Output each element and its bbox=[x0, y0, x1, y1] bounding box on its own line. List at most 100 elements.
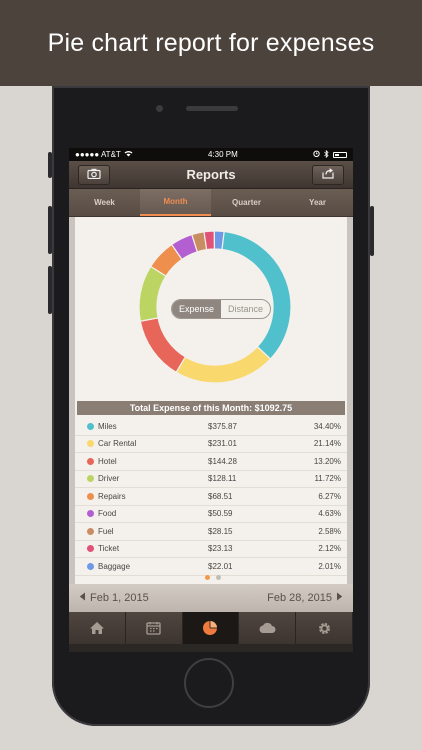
category-name: Driver bbox=[98, 474, 120, 484]
gear-icon bbox=[317, 621, 332, 636]
donut-slice-hotel bbox=[139, 317, 187, 374]
volume-down-button bbox=[48, 266, 52, 314]
list-item[interactable]: Hotel $144.28 13.20% bbox=[75, 453, 347, 471]
category-name: Miles bbox=[98, 421, 117, 431]
list-item[interactable]: Fuel $28.15 2.58% bbox=[75, 523, 347, 541]
navigation-bar: Reports bbox=[69, 161, 353, 189]
total-expense-label: Total Expense of this Month: $1092.75 bbox=[77, 401, 345, 415]
category-amount: $375.87 bbox=[208, 421, 237, 431]
category-name: Ticket bbox=[98, 544, 120, 554]
triangle-left-icon bbox=[79, 592, 86, 604]
category-amount: $50.59 bbox=[208, 509, 233, 519]
category-percent: 6.27% bbox=[318, 491, 341, 501]
list-item[interactable]: Driver $128.11 11.72% bbox=[75, 471, 347, 488]
category-percent: 21.14% bbox=[313, 439, 341, 449]
camera-icon bbox=[87, 166, 101, 184]
donut-slice-miles bbox=[221, 230, 292, 360]
category-color-dot bbox=[87, 475, 94, 483]
donut-slice-driver bbox=[138, 265, 167, 322]
power-button bbox=[370, 206, 374, 256]
triangle-right-icon bbox=[336, 592, 343, 604]
bluetooth-icon bbox=[324, 149, 329, 160]
category-color-dot bbox=[87, 545, 94, 553]
phone-frame: ●●●●● AT&T 4:30 PM Reports Week Month Qu… bbox=[48, 86, 374, 726]
home-button[interactable] bbox=[184, 658, 234, 708]
report-page: Expense Distance Total Expense of this M… bbox=[75, 217, 347, 584]
promo-banner: Pie chart report for expenses bbox=[0, 0, 422, 86]
category-name: Baggage bbox=[98, 561, 131, 571]
carrier-label: ●●●●● AT&T bbox=[75, 150, 121, 159]
category-percent: 4.63% bbox=[318, 509, 341, 519]
home-icon bbox=[89, 621, 105, 635]
category-amount: $28.15 bbox=[208, 526, 233, 536]
page-indicator bbox=[205, 575, 221, 580]
pie-chart-icon bbox=[202, 620, 218, 636]
category-percent: 2.58% bbox=[318, 526, 341, 536]
category-percent: 34.40% bbox=[313, 421, 341, 431]
tab-cloud[interactable] bbox=[239, 612, 297, 644]
date-range-bar: Feb 1, 2015 Feb 28, 2015 bbox=[69, 584, 353, 612]
mute-switch bbox=[48, 152, 52, 178]
tab-home[interactable] bbox=[69, 612, 126, 644]
tab-month[interactable]: Month bbox=[140, 189, 211, 216]
start-date: Feb 1, 2015 bbox=[90, 592, 149, 604]
cloud-icon bbox=[258, 622, 276, 634]
category-percent: 13.20% bbox=[313, 456, 341, 466]
list-item[interactable]: Car Rental $231.01 21.14% bbox=[75, 436, 347, 453]
calendar-icon bbox=[146, 621, 161, 635]
category-name: Fuel bbox=[98, 526, 114, 536]
share-icon bbox=[321, 166, 335, 184]
category-color-dot bbox=[87, 440, 94, 448]
tab-reports[interactable] bbox=[182, 612, 240, 644]
category-percent: 2.01% bbox=[318, 561, 341, 571]
list-item[interactable]: Baggage $22.01 2.01% bbox=[75, 558, 347, 576]
battery-icon bbox=[333, 151, 347, 158]
report-content[interactable]: Expense Distance Total Expense of this M… bbox=[69, 217, 353, 584]
page-dot[interactable] bbox=[216, 575, 221, 580]
category-name: Car Rental bbox=[98, 439, 137, 449]
distance-option[interactable]: Distance bbox=[221, 300, 270, 318]
period-tabs: Week Month Quarter Year bbox=[69, 189, 353, 217]
tab-week[interactable]: Week bbox=[69, 189, 140, 216]
list-item[interactable]: Repairs $68.51 6.27% bbox=[75, 488, 347, 506]
volume-up-button bbox=[48, 206, 52, 254]
category-color-dot bbox=[87, 422, 94, 430]
list-item[interactable]: Miles $375.87 34.40% bbox=[75, 418, 347, 436]
camera-button[interactable] bbox=[78, 164, 110, 185]
category-name: Food bbox=[98, 509, 117, 519]
category-color-dot bbox=[87, 510, 94, 518]
front-camera bbox=[156, 105, 163, 112]
clock: 4:30 PM bbox=[208, 150, 238, 159]
category-color-dot bbox=[87, 527, 94, 535]
category-name: Hotel bbox=[98, 456, 117, 466]
category-amount: $68.51 bbox=[208, 491, 233, 501]
category-amount: $144.28 bbox=[208, 456, 237, 466]
category-color-dot bbox=[87, 562, 94, 570]
donut-slice-car-rental bbox=[175, 345, 272, 384]
alarm-icon bbox=[313, 150, 320, 159]
category-amount: $128.11 bbox=[208, 474, 237, 484]
end-date: Feb 28, 2015 bbox=[267, 592, 332, 604]
category-name: Repairs bbox=[98, 491, 126, 501]
category-color-dot bbox=[87, 457, 94, 465]
page-dot-active[interactable] bbox=[205, 575, 210, 580]
tab-quarter[interactable]: Quarter bbox=[211, 189, 282, 216]
category-amount: $231.01 bbox=[208, 439, 237, 449]
tab-year[interactable]: Year bbox=[282, 189, 353, 216]
banner-title: Pie chart report for expenses bbox=[47, 28, 375, 57]
previous-period-button[interactable]: Feb 1, 2015 bbox=[79, 592, 149, 604]
expense-distance-toggle[interactable]: Expense Distance bbox=[171, 299, 271, 319]
list-item[interactable]: Ticket $23.13 2.12% bbox=[75, 541, 347, 558]
expense-option[interactable]: Expense bbox=[172, 300, 221, 318]
donut-slice-baggage bbox=[213, 230, 225, 251]
page-title: Reports bbox=[186, 167, 236, 182]
list-item[interactable]: Food $50.59 4.63% bbox=[75, 506, 347, 523]
category-percent: 2.12% bbox=[318, 544, 341, 554]
category-percent: 11.72% bbox=[314, 474, 341, 484]
share-button[interactable] bbox=[312, 164, 344, 185]
tab-settings[interactable] bbox=[296, 612, 353, 644]
expense-list: Miles $375.87 34.40% Car Rental $231.01 21.14… bbox=[75, 418, 347, 576]
next-period-button[interactable]: Feb 28, 2015 bbox=[267, 592, 343, 604]
category-amount: $22.01 bbox=[208, 561, 233, 571]
tab-calendar[interactable] bbox=[126, 612, 183, 644]
